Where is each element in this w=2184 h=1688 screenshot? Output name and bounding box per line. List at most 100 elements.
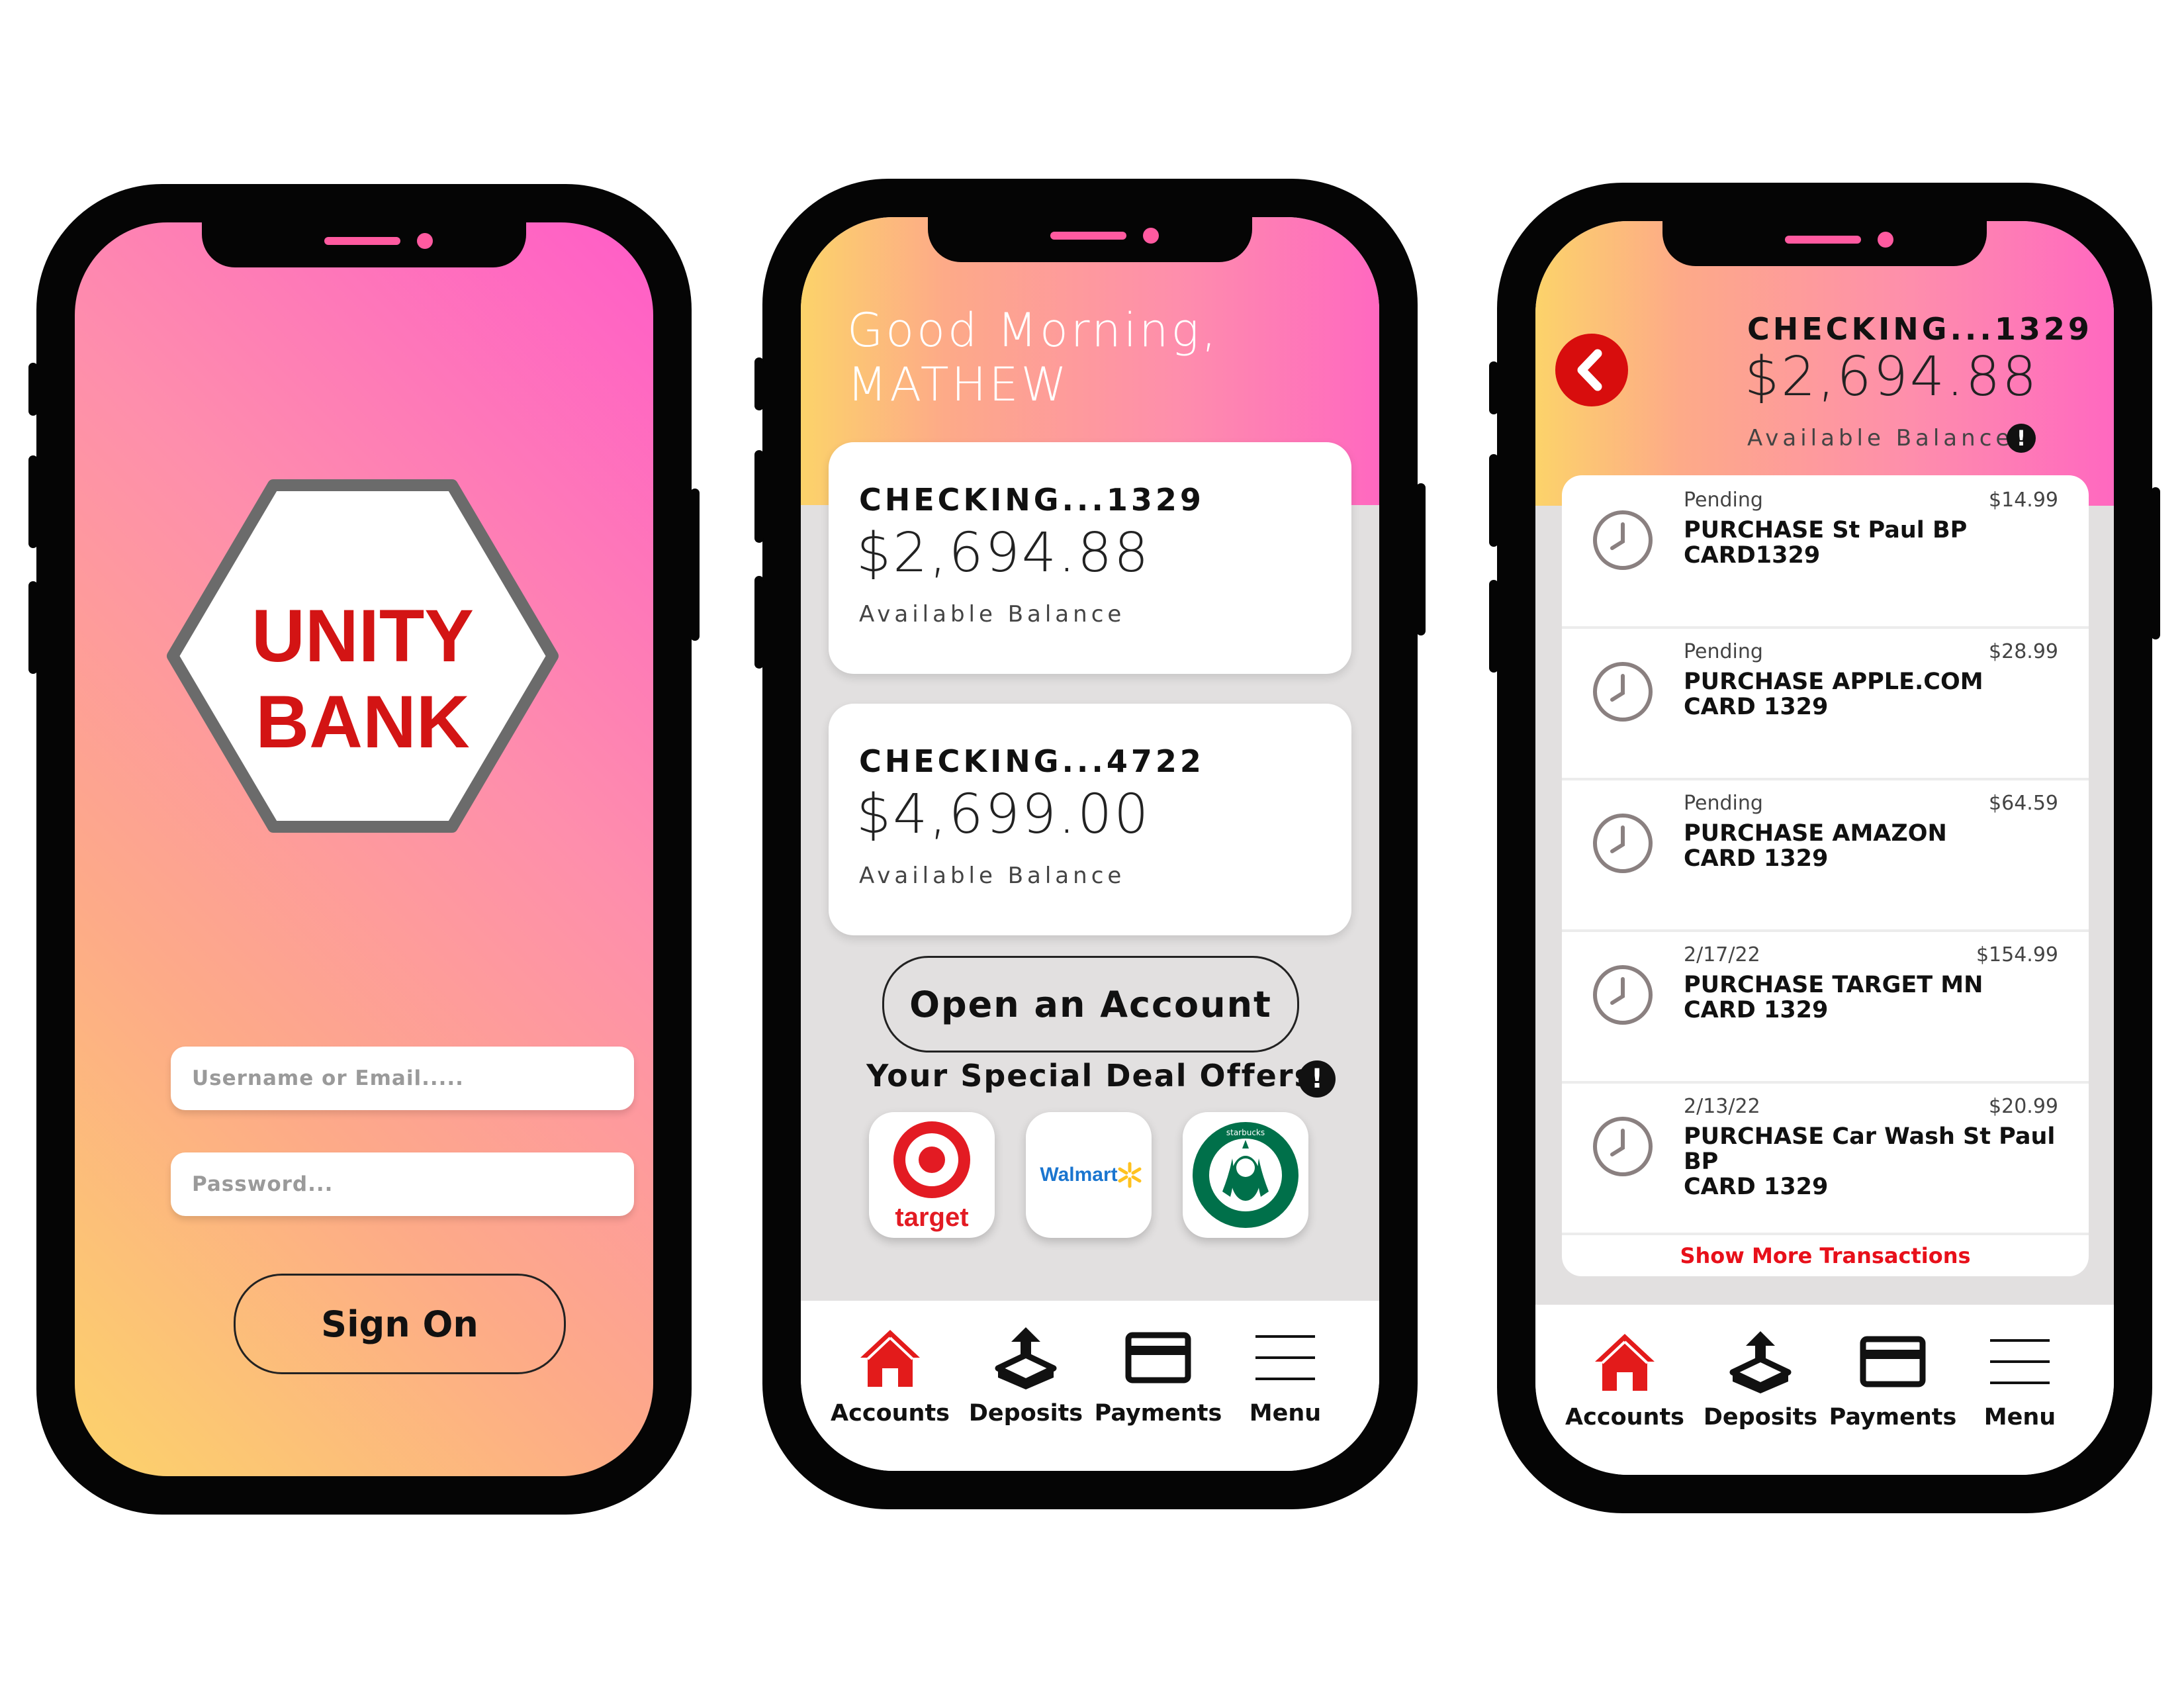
transaction-status: Pending xyxy=(1684,489,1763,512)
side-button xyxy=(2151,487,2160,639)
clock-icon xyxy=(1593,1117,1653,1176)
transaction-amount: $64.59 xyxy=(1989,792,2058,815)
username-input[interactable]: Username or Email..... xyxy=(171,1047,634,1110)
transaction-amount: $154.99 xyxy=(1976,943,2058,966)
nav-accounts[interactable]: Accounts xyxy=(1559,1305,1691,1475)
nav-payments-label: Payments xyxy=(1829,1404,1957,1430)
side-button xyxy=(754,576,764,669)
nav-accounts-label: Accounts xyxy=(830,1400,950,1427)
transaction-date: 2/17/22 xyxy=(1684,943,1760,966)
logo-text: UNITY BANK xyxy=(161,593,565,765)
bottom-nav: Accounts Deposits Payments Menu xyxy=(1535,1305,2114,1475)
side-button xyxy=(28,455,38,548)
transaction-description: PURCHASE St Paul BP CARD1329 xyxy=(1684,518,2081,568)
unity-bank-logo: UNITY BANK xyxy=(161,477,565,835)
greeting-user-name: MATHEW xyxy=(847,357,1069,412)
transaction-row[interactable]: Pending $14.99 PURCHASE St Paul BP CARD1… xyxy=(1562,475,2089,629)
transaction-description: PURCHASE TARGET MN CARD 1329 xyxy=(1684,972,2081,1023)
nav-menu[interactable]: Menu xyxy=(1219,1301,1351,1471)
account-card[interactable]: CHECKING...4722 $4,699.00 Available Bala… xyxy=(829,704,1351,935)
transaction-desc-line: PURCHASE St Paul BP xyxy=(1684,517,1968,543)
transaction-date: 2/13/22 xyxy=(1684,1095,1760,1118)
bottom-nav: Accounts Deposits Payments Menu xyxy=(801,1301,1379,1471)
transaction-status: Pending xyxy=(1684,640,1763,663)
credit-card-icon xyxy=(1125,1332,1191,1383)
starbucks-logo-icon: starbucks xyxy=(1193,1122,1298,1228)
deal-brand-label: Walmart xyxy=(1040,1164,1117,1186)
clock-icon xyxy=(1593,965,1653,1025)
side-button xyxy=(754,450,764,543)
transaction-description: PURCHASE Car Wash St Paul BP CARD 1329 xyxy=(1684,1124,2081,1199)
transaction-row[interactable]: 2/17/22 $154.99 PURCHASE TARGET MN CARD … xyxy=(1562,930,2089,1084)
transaction-row[interactable]: 2/13/22 $20.99 PURCHASE Car Wash St Paul… xyxy=(1562,1082,2089,1235)
side-button xyxy=(1489,361,1498,414)
deal-starbucks[interactable]: starbucks xyxy=(1183,1112,1308,1238)
nav-accounts-label: Accounts xyxy=(1565,1404,1685,1430)
deal-brand-label: target xyxy=(895,1203,968,1232)
account-balance: $2,694.88 xyxy=(856,522,1151,585)
transaction-desc-line: PURCHASE Car Wash St Paul BP xyxy=(1684,1123,2056,1175)
nav-deposits[interactable]: Deposits xyxy=(960,1301,1092,1471)
nav-deposits-label: Deposits xyxy=(1703,1404,1818,1430)
transaction-description: PURCHASE AMAZON CARD 1329 xyxy=(1684,821,2081,871)
transactions-list: Pending $14.99 PURCHASE St Paul BP CARD1… xyxy=(1562,475,2089,1276)
home-icon xyxy=(1595,1334,1655,1391)
login-screen: UNITY BANK Username or Email..... Passwo… xyxy=(75,222,653,1476)
nav-menu-label: Menu xyxy=(1249,1400,1322,1427)
sign-on-button[interactable]: Sign On xyxy=(234,1274,566,1374)
nav-accounts[interactable]: Accounts xyxy=(824,1301,956,1471)
nav-payments[interactable]: Payments xyxy=(1827,1305,1959,1475)
deal-walmart[interactable]: Walmart xyxy=(1026,1112,1152,1238)
transaction-desc-line: CARD 1329 xyxy=(1684,694,1829,720)
account-name: CHECKING...1329 xyxy=(859,482,1205,518)
special-offers-title: Your Special Deal Offers xyxy=(866,1058,1314,1094)
hamburger-menu-icon xyxy=(1990,1339,2050,1384)
info-icon[interactable]: ! xyxy=(1298,1060,1336,1098)
credit-card-icon xyxy=(1860,1336,1926,1387)
hamburger-menu-icon xyxy=(1255,1335,1315,1380)
notch xyxy=(202,222,526,267)
transaction-amount: $20.99 xyxy=(1989,1095,2058,1118)
available-balance-label: Available Balance xyxy=(859,863,1126,889)
transaction-desc-line: PURCHASE APPLE.COM xyxy=(1684,669,1983,695)
side-button xyxy=(28,363,38,416)
side-button xyxy=(754,357,764,410)
deal-target[interactable]: target xyxy=(869,1112,995,1238)
nav-payments[interactable]: Payments xyxy=(1092,1301,1224,1471)
transaction-desc-line: CARD 1329 xyxy=(1684,997,1829,1023)
deposit-upload-icon xyxy=(1729,1331,1792,1393)
notch xyxy=(928,217,1252,262)
account-name: CHECKING...1329 xyxy=(1747,311,2093,347)
walmart-logo-icon: Walmart xyxy=(1040,1162,1142,1188)
special-offers-heading: Your Special Deal Offers xyxy=(801,1058,1379,1094)
logo-line-2: BANK xyxy=(255,680,470,763)
available-balance-label: Available Balance xyxy=(1747,425,2014,451)
transaction-description: PURCHASE APPLE.COM CARD 1329 xyxy=(1684,669,2081,720)
side-button xyxy=(1489,580,1498,673)
username-placeholder: Username or Email..... xyxy=(192,1066,464,1090)
back-button[interactable] xyxy=(1555,334,1628,406)
clock-pending-icon xyxy=(1593,662,1653,722)
account-card[interactable]: CHECKING...1329 $2,694.88 Available Bala… xyxy=(829,442,1351,674)
side-button xyxy=(1416,483,1426,635)
transaction-row[interactable]: Pending $28.99 PURCHASE APPLE.COM CARD 1… xyxy=(1562,627,2089,780)
password-input[interactable]: Password... xyxy=(171,1152,634,1216)
show-more-transactions-link[interactable]: Show More Transactions xyxy=(1562,1243,2089,1268)
phone-account-detail: CHECKING...1329 $2,694.88 Available Bala… xyxy=(1489,183,2160,1513)
nav-menu[interactable]: Menu xyxy=(1954,1305,2086,1475)
greeting: Good Morning, MATHEW xyxy=(847,303,1219,412)
open-account-button[interactable]: Open an Account xyxy=(882,956,1299,1053)
target-logo-icon: target xyxy=(893,1121,970,1232)
account-balance: $4,699.00 xyxy=(856,783,1151,846)
info-icon[interactable]: ! xyxy=(2007,424,2036,453)
nav-deposits[interactable]: Deposits xyxy=(1694,1305,1827,1475)
chevron-left-icon xyxy=(1577,349,1602,391)
home-icon xyxy=(860,1330,920,1387)
transaction-desc-line: PURCHASE AMAZON xyxy=(1684,820,1947,847)
transaction-amount: $14.99 xyxy=(1989,489,2058,512)
transaction-row[interactable]: Pending $64.59 PURCHASE AMAZON CARD 1329 xyxy=(1562,778,2089,932)
transaction-desc-line: CARD 1329 xyxy=(1684,1174,1829,1200)
logo-line-1: UNITY xyxy=(251,594,474,677)
clock-pending-icon xyxy=(1593,814,1653,873)
nav-payments-label: Payments xyxy=(1094,1400,1222,1427)
